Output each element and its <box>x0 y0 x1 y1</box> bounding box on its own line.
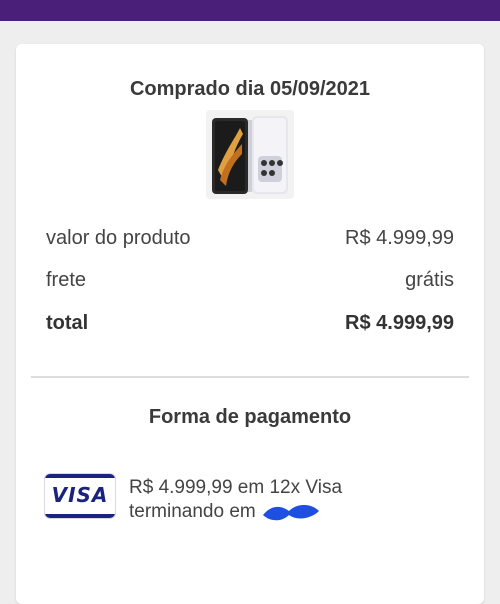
shipping-label: frete <box>46 269 87 291</box>
total-amount: R$ 4.999,99 <box>345 312 454 334</box>
card-ending-label: terminando em <box>129 501 256 522</box>
product-image[interactable] <box>206 110 294 199</box>
total-label: total <box>46 312 89 334</box>
payment-description: R$ 4.999,99 em 12x Visa terminando em <box>129 476 459 524</box>
shipping-value: grátis <box>405 269 454 291</box>
section-divider <box>31 376 469 378</box>
purchase-date-title: Comprado dia 05/09/2021 <box>129 78 371 100</box>
shipping-row: frete grátis <box>46 269 454 292</box>
product-value-label: valor do produto <box>46 227 191 249</box>
visa-card-icon: VISA <box>45 474 115 518</box>
payment-method-title: Forma de pagamento <box>148 406 352 428</box>
total-row: total R$ 4.999,99 <box>46 312 454 335</box>
redaction-scribble-icon <box>263 504 320 521</box>
card-stripe-bottom <box>45 514 115 518</box>
product-value-row: valor do produto R$ 4.999,99 <box>46 227 454 250</box>
payment-card-ending-line: terminando em <box>129 500 459 524</box>
card-brand-label: VISA <box>51 483 109 507</box>
product-value-amount: R$ 4.999,99 <box>345 227 454 249</box>
card-stripe-top <box>45 474 115 478</box>
payment-installments-line: R$ 4.999,99 em 12x Visa <box>129 477 343 498</box>
top-app-bar <box>0 0 500 21</box>
phone-product-image-icon <box>212 116 288 194</box>
